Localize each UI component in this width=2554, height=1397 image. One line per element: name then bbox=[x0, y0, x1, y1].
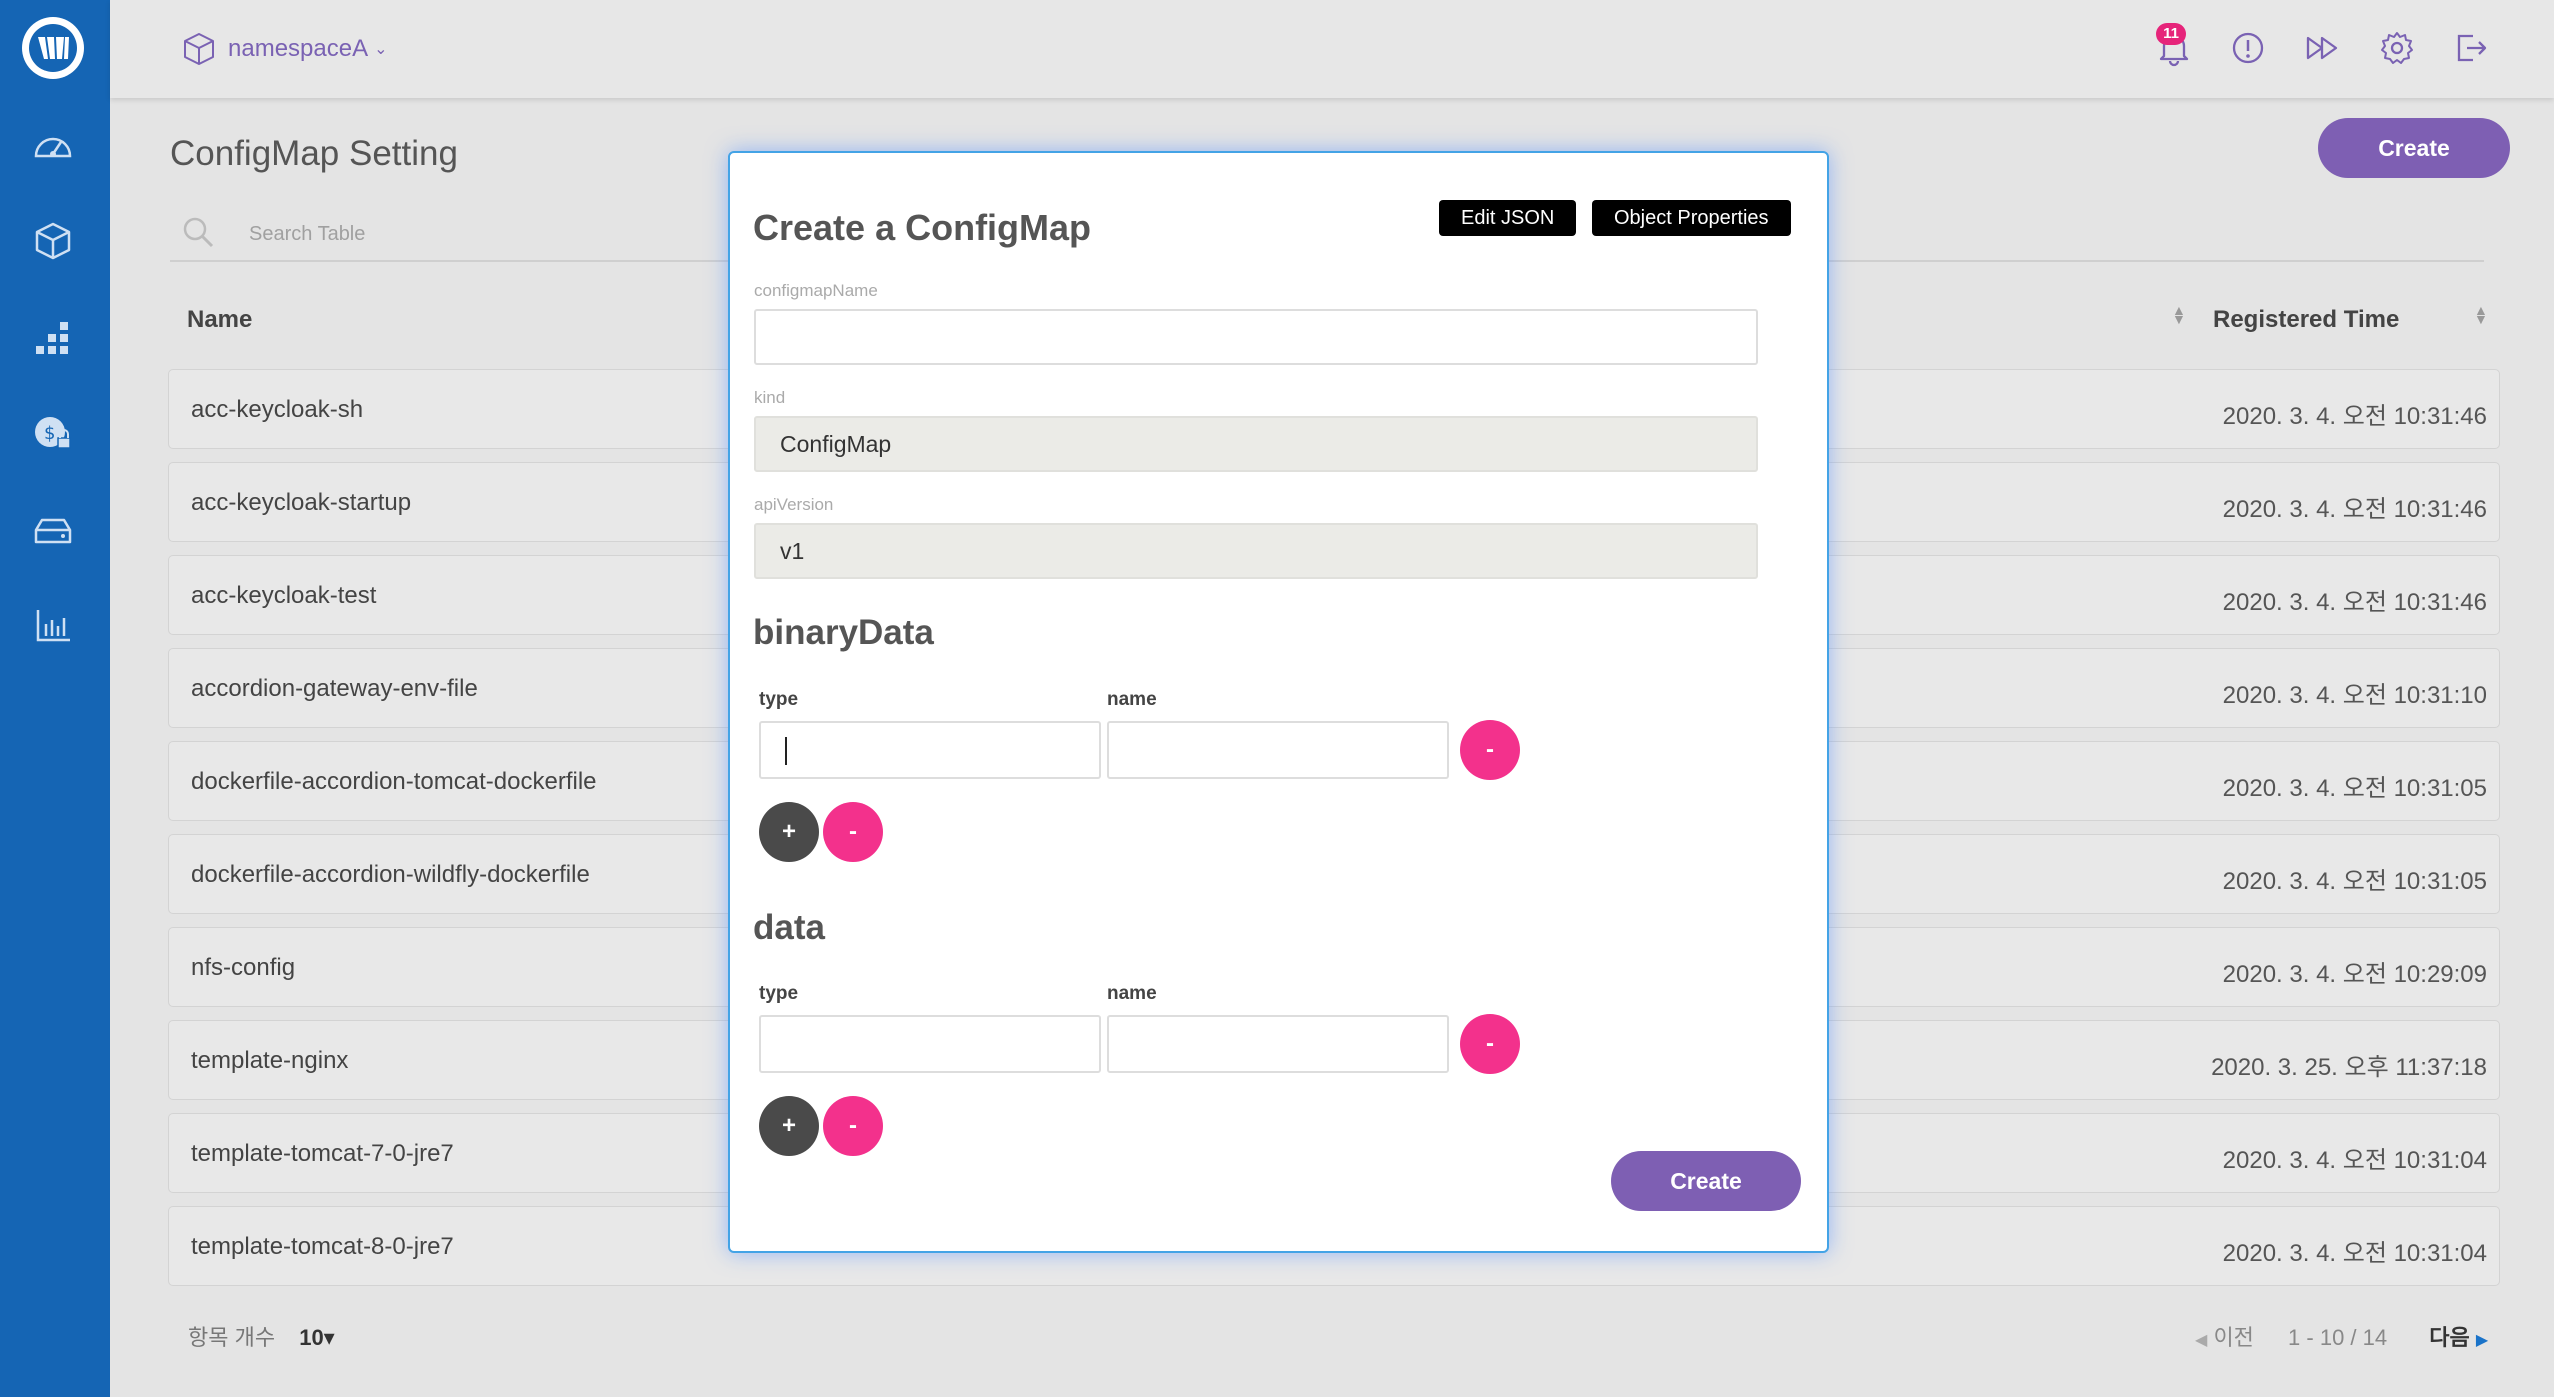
kind-label: kind bbox=[754, 388, 786, 407]
column-header-name[interactable]: Name bbox=[187, 306, 252, 334]
row-time: 2020. 3. 4. 오전 10:31:04 bbox=[2222, 1147, 2487, 1174]
row-time: 2020. 3. 4. 오전 10:31:46 bbox=[2222, 403, 2487, 430]
items-per-page-label: 항목 개수 bbox=[188, 1325, 276, 1350]
next-page-button[interactable]: 다음 bbox=[2429, 1325, 2469, 1350]
api-version-label: apiVersion bbox=[754, 495, 834, 514]
remove-data-button[interactable]: - bbox=[823, 1096, 883, 1156]
namespace-label: namespaceA bbox=[228, 35, 369, 62]
row-time: 2020. 3. 4. 오전 10:31:05 bbox=[2222, 868, 2487, 895]
configmap-name-input[interactable] bbox=[754, 309, 1758, 365]
logout-icon[interactable] bbox=[2451, 28, 2491, 68]
data-heading: data bbox=[753, 908, 825, 947]
next-arrow-icon: ▶ bbox=[2475, 1332, 2489, 1349]
search-icon bbox=[183, 217, 214, 248]
binary-data-heading: binaryData bbox=[753, 613, 934, 652]
data-name-label: name bbox=[1107, 983, 1157, 1004]
sidebar: $ bbox=[0, 0, 110, 1397]
storage-drive-icon[interactable] bbox=[30, 508, 76, 554]
namespace-cube-icon bbox=[184, 33, 214, 65]
row-name: dockerfile-accordion-wildfly-dockerfile bbox=[191, 861, 590, 888]
remove-binary-button[interactable]: - bbox=[823, 802, 883, 862]
row-name: nfs-config bbox=[191, 954, 296, 981]
search-input[interactable] bbox=[247, 222, 651, 247]
bar-chart-icon[interactable] bbox=[30, 602, 76, 648]
row-name: template-tomcat-7-0-jre7 bbox=[191, 1140, 454, 1167]
modal-create-button[interactable]: Create bbox=[1611, 1151, 1801, 1211]
data-type-input[interactable] bbox=[759, 1015, 1101, 1073]
row-time: 2020. 3. 25. 오후 11:37:18 bbox=[2211, 1054, 2487, 1081]
row-name: acc-keycloak-test bbox=[191, 582, 377, 609]
binary-type-label: type bbox=[759, 689, 799, 710]
items-per-page-select[interactable]: 10▾ bbox=[299, 1325, 335, 1350]
page-range: 1 - 10 / 14 bbox=[2288, 1325, 2388, 1350]
namespace-selector[interactable]: namespaceA ⌄ bbox=[180, 30, 388, 68]
row-name: acc-keycloak-sh bbox=[191, 396, 364, 423]
app-logo[interactable] bbox=[22, 17, 84, 79]
binary-type-input[interactable] bbox=[759, 721, 1101, 779]
object-properties-button[interactable]: Object Properties bbox=[1592, 200, 1791, 236]
fast-forward-icon[interactable] bbox=[2302, 28, 2342, 68]
kind-field: ConfigMap bbox=[754, 416, 1758, 472]
column-header-registered-time[interactable]: Registered Time bbox=[2213, 306, 2399, 334]
row-time: 2020. 3. 4. 오전 10:29:09 bbox=[2222, 961, 2487, 988]
pagination: ◀ 이전 1 - 10 / 14 다음 ▶ bbox=[2195, 1320, 2488, 1352]
binary-name-label: name bbox=[1107, 689, 1157, 710]
package-cube-icon[interactable] bbox=[30, 218, 76, 264]
row-name: accordion-gateway-env-file bbox=[191, 675, 478, 702]
prev-arrow-icon: ◀ bbox=[2195, 1332, 2208, 1349]
chevron-down-icon: ⌄ bbox=[374, 41, 388, 58]
row-name: template-nginx bbox=[191, 1047, 349, 1074]
row-name: dockerfile-accordion-tomcat-dockerfile bbox=[191, 768, 597, 795]
accordion-logo-icon bbox=[29, 24, 77, 72]
row-time: 2020. 3. 4. 오전 10:31:10 bbox=[2222, 682, 2487, 709]
row-time: 2020. 3. 4. 오전 10:31:05 bbox=[2222, 775, 2487, 802]
add-data-row-button[interactable]: + bbox=[759, 1096, 819, 1156]
row-time: 2020. 3. 4. 오전 10:31:46 bbox=[2222, 496, 2487, 523]
row-time: 2020. 3. 4. 오전 10:31:46 bbox=[2222, 589, 2487, 616]
dashboard-gauge-icon[interactable] bbox=[30, 124, 76, 170]
settings-gear-icon[interactable] bbox=[2377, 28, 2417, 68]
grid-blocks-icon[interactable] bbox=[30, 316, 76, 362]
api-version-field: v1 bbox=[754, 523, 1758, 579]
sort-icon[interactable]: ▲ ▼ bbox=[2172, 303, 2186, 326]
modal-title: Create a ConfigMap bbox=[753, 207, 1092, 248]
row-name: template-tomcat-8-0-jre7 bbox=[191, 1233, 454, 1260]
configmap-name-label: configmapName bbox=[754, 281, 878, 300]
notification-count-badge: 11 bbox=[2156, 23, 2186, 45]
remove-binary-row-button[interactable]: - bbox=[1460, 720, 1520, 780]
binary-name-input[interactable] bbox=[1107, 721, 1449, 779]
edit-json-button[interactable]: Edit JSON bbox=[1439, 200, 1577, 236]
add-binary-row-button[interactable]: + bbox=[759, 802, 819, 862]
row-time: 2020. 3. 4. 오전 10:31:04 bbox=[2222, 1240, 2487, 1267]
row-name: acc-keycloak-startup bbox=[191, 489, 412, 516]
create-configmap-modal: Create a ConfigMap Edit JSON Object Prop… bbox=[728, 151, 1829, 1253]
text-cursor bbox=[785, 737, 787, 765]
secure-user-icon[interactable]: $ bbox=[30, 410, 76, 456]
alert-info-icon[interactable] bbox=[2228, 28, 2268, 68]
items-per-page: 항목 개수 10▾ bbox=[188, 1320, 335, 1352]
data-name-input[interactable] bbox=[1107, 1015, 1449, 1073]
create-button[interactable]: Create bbox=[2318, 118, 2510, 178]
page-title: ConfigMap Setting bbox=[170, 134, 458, 173]
data-type-label: type bbox=[759, 983, 799, 1004]
svg-text:$: $ bbox=[44, 423, 55, 444]
prev-page-button[interactable]: 이전 bbox=[2213, 1325, 2253, 1350]
sort-icon[interactable]: ▲ ▼ bbox=[2474, 303, 2488, 326]
remove-data-row-button[interactable]: - bbox=[1460, 1014, 1520, 1074]
